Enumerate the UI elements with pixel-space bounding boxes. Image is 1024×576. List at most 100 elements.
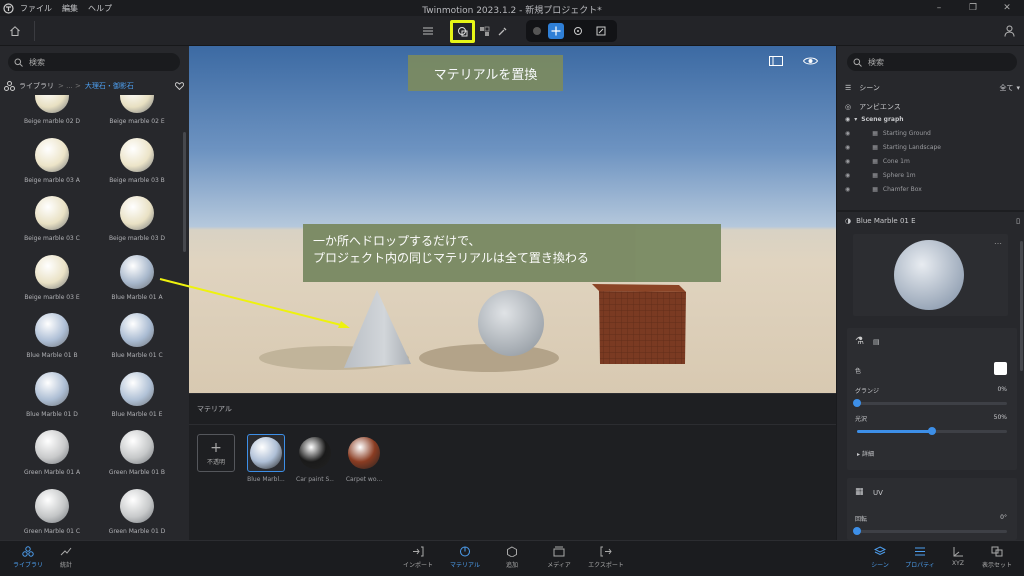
expand-triangle-icon[interactable]: ▾: [854, 116, 857, 123]
import-tab-label: インポート: [402, 562, 433, 569]
material-thumb-label: Blue Marbl...: [247, 476, 285, 483]
material-swatch: [247, 434, 285, 472]
scene-material-thumb[interactable]: Car paint S...: [296, 434, 334, 483]
search-placeholder: 検索: [868, 57, 884, 67]
eye-icon[interactable]: ◉: [845, 116, 850, 123]
xyz-tab[interactable]: XYZ: [938, 546, 978, 567]
add-cube-icon: [507, 546, 517, 557]
color-swatch[interactable]: [994, 362, 1007, 375]
scene-list-icon: ☰: [845, 84, 852, 92]
search-icon: [853, 58, 862, 67]
grunge-label: グランジ: [855, 388, 880, 395]
scene-tab-label: シーン: [871, 562, 889, 569]
export-icon: [600, 546, 612, 557]
material-thumb-label: Carpet wo...: [345, 476, 383, 483]
eye-icon[interactable]: ◉: [845, 144, 850, 151]
scene-node[interactable]: ◉ ▦ Chamfer Box: [845, 186, 1020, 193]
scene-node[interactable]: ◉ ▦ Sphere 1m: [845, 172, 1020, 179]
more-icon[interactable]: …: [994, 237, 1002, 246]
color-properties-card: ⚗ ▤ 色 グランジ 0% 光沢 50% ▸ 詳細: [847, 328, 1017, 470]
properties-tab-label: プロパティ: [905, 562, 935, 569]
material-tab-label: マテリアル: [450, 562, 480, 569]
details-expander[interactable]: ▸ 詳細: [857, 449, 874, 458]
properties-scrollbar[interactable]: [1020, 241, 1023, 371]
scene-node[interactable]: ◉ ▦ Starting Landscape: [845, 144, 1020, 151]
uv-checker-icon: ▦: [855, 487, 864, 497]
material-thumb-label: Car paint S...: [296, 476, 334, 483]
scene-node-label: Starting Ground: [882, 130, 931, 137]
add-material-label: 不透明: [206, 459, 225, 466]
eye-icon[interactable]: ◉: [845, 130, 850, 137]
chevron-down-icon[interactable]: ▾: [1016, 84, 1020, 92]
scene-node[interactable]: ◉ ▦ Cone 1m: [845, 158, 1020, 165]
properties-tab[interactable]: プロパティ: [900, 546, 940, 569]
scene-node-label: Cone 1m: [882, 158, 910, 165]
plus-icon: +: [210, 440, 222, 456]
material-ball: [299, 437, 331, 469]
uv-label: UV: [873, 489, 883, 497]
material-tab[interactable]: マテリアル: [445, 546, 485, 569]
axis-icon: [953, 547, 963, 557]
material-swatch: [296, 434, 334, 472]
import-icon: [413, 546, 424, 557]
display-sets-tab[interactable]: 表示セット: [977, 546, 1017, 569]
scene-tab[interactable]: シーン: [860, 546, 900, 569]
object-icon: ▦: [872, 130, 878, 137]
object-icon: ▦: [872, 144, 878, 151]
gloss-label: 光沢: [855, 416, 868, 423]
add-tab[interactable]: 追加: [492, 546, 532, 569]
scene-material-thumb[interactable]: Carpet wo...: [345, 434, 383, 483]
material-sphere-icon: ◑: [845, 217, 852, 225]
eye-icon[interactable]: ◉: [845, 186, 850, 193]
materials-divider: [189, 424, 836, 425]
display-sets-tab-label: 表示セット: [981, 562, 1012, 569]
selected-material-name: Blue Marble 01 E: [856, 217, 916, 225]
gloss-value: 50%: [993, 414, 1007, 421]
scene-filter-dropdown[interactable]: 全て: [999, 83, 1013, 93]
stats-tab-label: 統計: [59, 562, 72, 569]
panel-divider: [837, 210, 1024, 212]
gloss-slider[interactable]: [857, 427, 1007, 435]
color-label: 色: [855, 368, 862, 375]
media-icon: [553, 546, 565, 557]
scene-node[interactable]: ◉ ▦ Starting Ground: [845, 130, 1020, 137]
library-tab[interactable]: ライブラリ: [8, 546, 48, 569]
annotation-arrowhead: [338, 321, 350, 328]
library-icon: [22, 546, 34, 557]
book-icon[interactable]: ▯: [1016, 217, 1020, 225]
material-ball: [348, 437, 380, 469]
scene-search-input[interactable]: 検索: [847, 53, 1017, 71]
properties-icon: [915, 547, 925, 556]
scene-graph-item[interactable]: Scene graph: [861, 116, 903, 123]
copy-icon[interactable]: ▤: [873, 338, 880, 346]
details-label: 詳細: [861, 451, 874, 458]
material-preview-sphere: [894, 240, 964, 310]
scene-node-label: Sphere 1m: [882, 172, 916, 179]
grunge-value: 0%: [997, 386, 1007, 393]
globe-icon: ◎: [845, 103, 852, 111]
eye-icon[interactable]: ◉: [845, 158, 850, 165]
material-preview-card: …: [853, 234, 1008, 316]
scene-material-thumb[interactable]: Blue Marbl...: [247, 434, 285, 483]
eye-icon[interactable]: ◉: [845, 172, 850, 179]
stats-tab[interactable]: 統計: [46, 546, 86, 569]
material-swatch: [345, 434, 383, 472]
import-tab[interactable]: インポート: [398, 546, 438, 569]
grunge-slider[interactable]: [853, 399, 1007, 407]
xyz-tab-label: XYZ: [952, 560, 964, 567]
media-tab[interactable]: メディア: [539, 546, 579, 569]
add-tab-label: 追加: [505, 562, 518, 569]
materials-title: マテリアル: [197, 405, 232, 413]
color-channels-icon: ⚗: [855, 336, 864, 347]
library-tab-label: ライブラリ: [12, 562, 43, 569]
rotation-slider[interactable]: [853, 527, 1007, 535]
ambience-item[interactable]: アンビエンス: [859, 102, 901, 112]
add-material-button[interactable]: + 不透明: [197, 434, 235, 472]
export-tab-label: エクスポート: [588, 562, 624, 569]
rotation-value: 0°: [1000, 514, 1007, 521]
annotation-arrow: [159, 278, 346, 327]
export-tab[interactable]: エクスポート: [586, 546, 626, 569]
scene-node-label: Chamfer Box: [882, 186, 922, 193]
expand-triangle-icon: ▸: [857, 451, 861, 458]
scene-layers-icon: [874, 546, 886, 556]
